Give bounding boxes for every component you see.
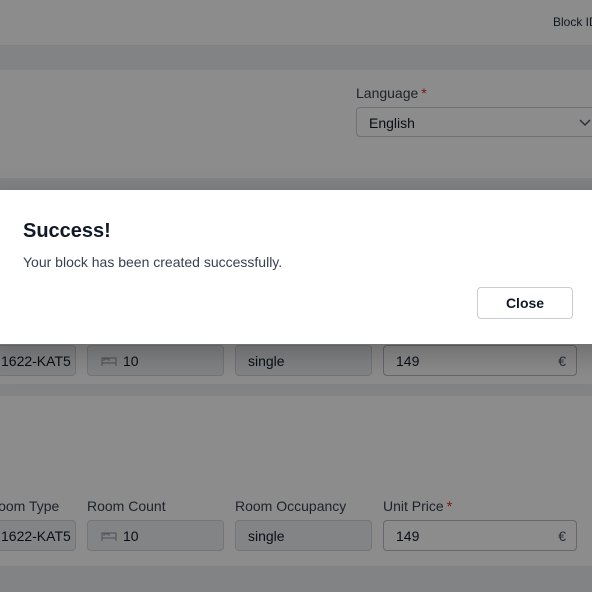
dialog-message: Your block has been created successfully… [23, 254, 283, 270]
close-button[interactable]: Close [477, 287, 573, 319]
success-dialog: Success! Your block has been created suc… [0, 190, 592, 344]
dialog-title: Success! [23, 220, 111, 242]
